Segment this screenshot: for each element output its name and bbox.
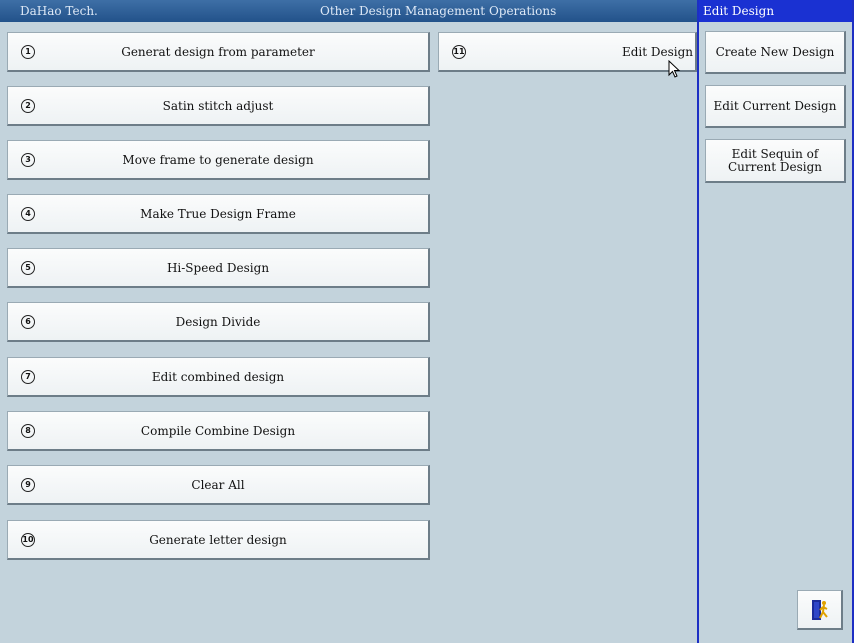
mouse-cursor-icon xyxy=(668,60,681,78)
window-title: Other Design Management Operations xyxy=(320,4,557,18)
menu-item-clear-all[interactable]: 9 Clear All xyxy=(7,465,430,505)
menu-item-generate-from-parameter[interactable]: 1 Generat design from parameter xyxy=(7,32,430,72)
number-badge: 11 xyxy=(452,44,466,59)
menu-item-label: Move frame to generate design xyxy=(122,152,314,167)
menu-item-label: Generat design from parameter xyxy=(121,44,315,59)
menu-item-move-frame[interactable]: 3 Move frame to generate design xyxy=(7,140,430,180)
app-name: DaHao Tech. xyxy=(20,4,98,18)
menu-item-label: Hi-Speed Design xyxy=(166,260,270,275)
exit-door-icon xyxy=(812,600,828,620)
create-new-design-button[interactable]: Create New Design xyxy=(705,31,846,74)
title-bar: DaHao Tech. Other Design Management Oper… xyxy=(0,0,697,22)
menu-item-label: Clear All xyxy=(191,477,245,492)
menu-item-generate-letter-design[interactable]: 10 Generate letter design xyxy=(7,520,430,560)
main-panel: 1 Generat design from parameter 2 Satin … xyxy=(0,22,697,643)
menu-item-label: Design Divide xyxy=(175,314,261,329)
menu-item-satin-stitch-adjust[interactable]: 2 Satin stitch adjust xyxy=(7,86,430,126)
menu-item-label: Satin stitch adjust xyxy=(162,98,274,113)
menu-item-compile-combine-design[interactable]: 8 Compile Combine Design xyxy=(7,411,430,451)
menu-item-hi-speed-design[interactable]: 5 Hi-Speed Design xyxy=(7,248,430,288)
edit-sequin-button[interactable]: Edit Sequin of Current Design xyxy=(705,139,846,183)
menu-item-edit-combined-design[interactable]: 7 Edit combined design xyxy=(7,357,430,397)
edit-current-design-button[interactable]: Edit Current Design xyxy=(705,85,846,128)
menu-item-label: Edit combined design xyxy=(151,369,285,384)
menu-item-make-true-design-frame[interactable]: 4 Make True Design Frame xyxy=(7,194,430,234)
sidebar: Edit Design Create New Design Edit Curre… xyxy=(697,0,854,643)
menu-item-label: Compile Combine Design xyxy=(140,423,296,438)
menu-item-edit-design[interactable]: 11 Edit Design xyxy=(438,32,697,72)
menu-item-label: Edit Design xyxy=(621,44,693,59)
menu-item-design-divide[interactable]: 6 Design Divide xyxy=(7,302,430,342)
menu-item-label: Generate letter design xyxy=(149,532,287,547)
menu-item-label: Make True Design Frame xyxy=(140,206,296,221)
sidebar-title: Edit Design xyxy=(699,0,852,22)
exit-button[interactable] xyxy=(797,590,843,630)
